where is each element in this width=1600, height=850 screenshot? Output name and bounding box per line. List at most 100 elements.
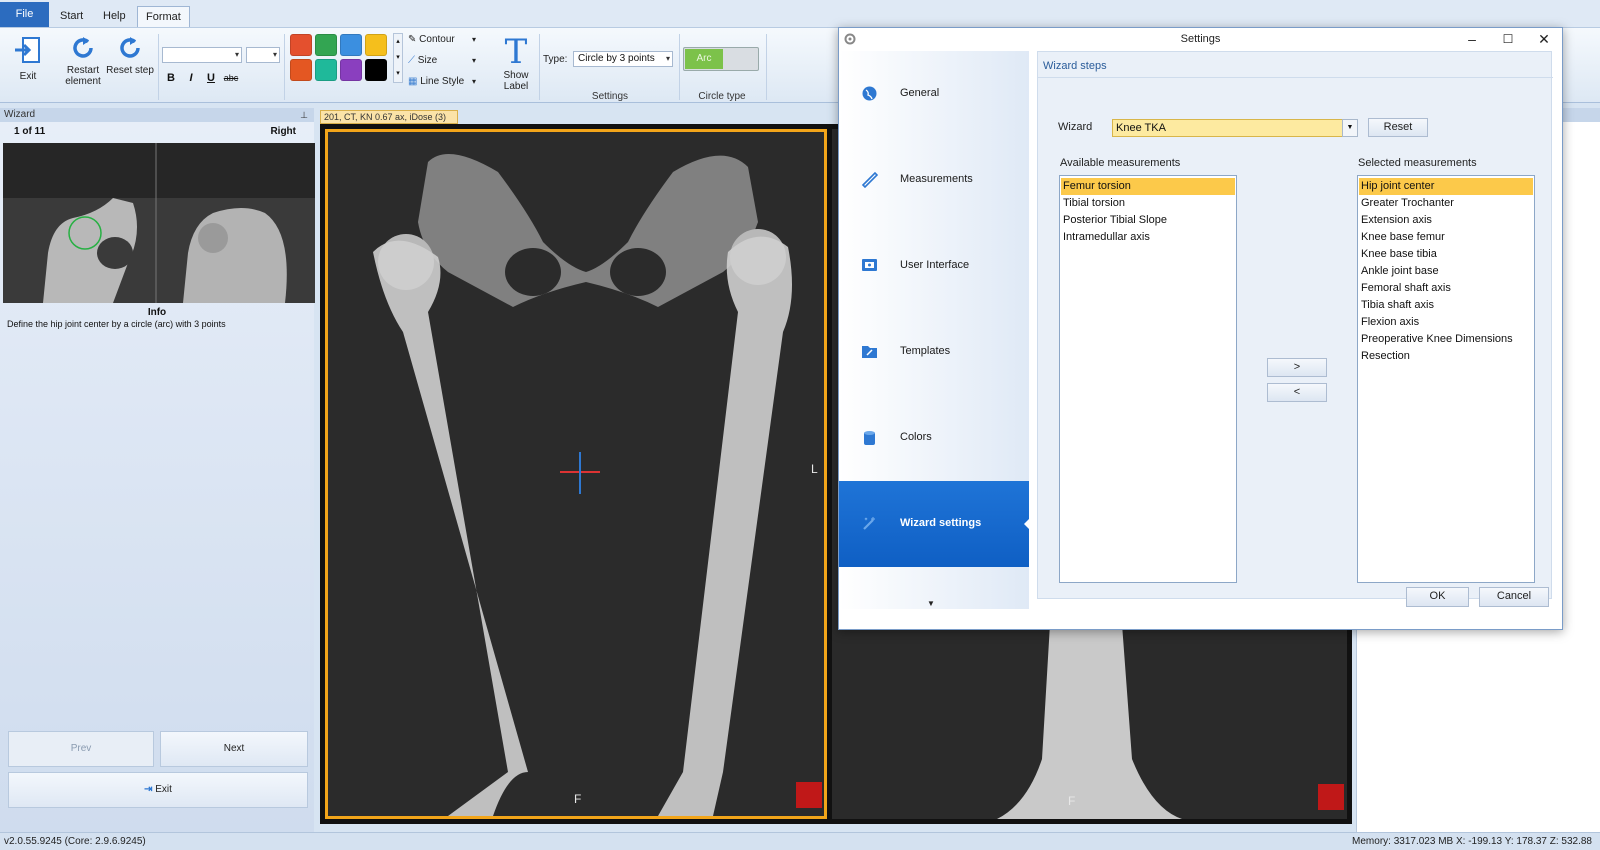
warning-icon (1318, 784, 1344, 810)
wizard-select[interactable]: Knee TKA ▼ (1112, 119, 1358, 137)
show-label-1: Show (503, 70, 529, 81)
nav-scroll-down-icon[interactable]: ▼ (927, 599, 935, 608)
size-icon: ⟋ (408, 55, 415, 66)
contour-dropdown[interactable]: ✎ Contour ▾ (408, 31, 476, 49)
line-style-icon: ▦ (408, 76, 418, 87)
nav-item-wizard-settings[interactable]: Wizard settings (839, 481, 1030, 567)
folder-icon (862, 346, 877, 358)
selected-measurement-item[interactable]: Tibia shaft axis (1359, 297, 1533, 314)
selected-measurement-item[interactable]: Extension axis (1359, 212, 1533, 229)
remove-measurement-button[interactable]: < (1267, 383, 1327, 402)
nav-label-general: General (900, 87, 940, 99)
available-measurement-item[interactable]: Intramedullar axis (1061, 229, 1235, 246)
circle-type-toggle[interactable]: Arc (683, 47, 759, 71)
chevron-down-icon: ▾ (472, 77, 477, 86)
viewport-left[interactable]: F (325, 129, 827, 819)
nav-item-templates[interactable]: Templates (839, 309, 1029, 395)
restart-element-button[interactable]: Restart element (62, 34, 104, 87)
exit-button[interactable]: Exit (8, 34, 48, 82)
chevron-down-icon: ▾ (472, 35, 477, 44)
info-text: Define the hip joint center by a circle … (7, 319, 226, 329)
wand-icon (863, 517, 875, 530)
reset-step-button[interactable]: Reset step (106, 34, 154, 76)
side-indicator: Right (270, 126, 296, 137)
underline-button[interactable]: U (203, 70, 219, 86)
nav-item-general[interactable]: General (839, 51, 1029, 137)
available-label: Available measurements (1060, 157, 1181, 169)
tab-help[interactable]: Help (95, 6, 134, 27)
nav-item-user-interface[interactable]: User Interface (839, 223, 1029, 309)
minimize-button[interactable]: – (1454, 28, 1490, 51)
add-measurement-button[interactable]: > (1267, 358, 1327, 377)
tab-start[interactable]: Start (52, 6, 91, 27)
arc-label: Arc (685, 49, 723, 69)
ok-button[interactable]: OK (1406, 587, 1469, 607)
selected-measurement-item[interactable]: Preoperative Knee Dimensions (1359, 331, 1533, 348)
reset-step-label: Reset step (106, 65, 154, 76)
available-measurements-list[interactable]: Femur torsion Tibial torsion Posterior Tib… (1059, 175, 1237, 583)
dialog-title: Settings (1180, 33, 1221, 45)
reset-button[interactable]: Reset (1368, 118, 1428, 137)
selected-measurement-item[interactable]: Resection (1359, 348, 1533, 365)
color-swatch-purple[interactable] (340, 59, 362, 81)
nav-item-measurements[interactable]: Measurements (839, 137, 1029, 223)
monitor-icon (862, 259, 877, 271)
prev-button[interactable]: Prev (8, 731, 154, 767)
size-dropdown[interactable]: ⟋ Size ▾ (408, 52, 476, 70)
wizard-exit-button[interactable]: ⇥ Exit (8, 772, 308, 808)
selected-measurement-item[interactable]: Femoral shaft axis (1359, 280, 1533, 297)
maximize-button[interactable]: ☐ (1490, 28, 1526, 51)
color-swatch-teal[interactable] (315, 59, 337, 81)
type-select[interactable]: Circle by 3 points ▾ (573, 51, 673, 67)
selected-measurement-item[interactable]: Knee base tibia (1359, 246, 1533, 263)
pin-icon[interactable]: ⊥ (300, 108, 308, 122)
tab-file[interactable]: File (0, 2, 49, 27)
cancel-button[interactable]: Cancel (1479, 587, 1549, 607)
gear-icon (844, 33, 856, 45)
next-button[interactable]: Next (160, 731, 308, 767)
circle-type-group-label: Circle type (698, 91, 746, 102)
color-swatch-red[interactable] (290, 34, 312, 56)
contour-label: Contour (419, 34, 455, 45)
close-button[interactable]: ✕ (1526, 28, 1562, 51)
dialog-titlebar: Settings – ☐ ✕ (839, 28, 1562, 51)
available-measurement-item[interactable]: Posterior Tibial Slope (1061, 212, 1235, 229)
exit-icon: ⇥ (144, 784, 153, 795)
show-label-2: Label (503, 81, 529, 92)
color-swatch-orange[interactable] (290, 59, 312, 81)
font-size-select[interactable]: ▾ (246, 47, 280, 63)
femur-xray-image (373, 154, 792, 816)
line-style-dropdown[interactable]: ▦ Line Style ▾ (408, 73, 476, 91)
selected-measurement-item[interactable]: Flexion axis (1359, 314, 1533, 331)
selected-measurements-list[interactable]: Hip joint center Greater Trochanter Extens… (1357, 175, 1535, 583)
viewer-series-tab[interactable]: 201, CT, KN 0.67 ax, iDose (3) (320, 110, 458, 124)
wizard-panel: 1 of 11 Right Info Define the hip joint … (0, 122, 315, 832)
color-swatch-green[interactable] (315, 34, 337, 56)
selected-measurement-item[interactable]: Greater Trochanter (1359, 195, 1533, 212)
swatch-scroll[interactable]: ▴ ▾ ▾ (393, 33, 403, 83)
color-swatch-blue[interactable] (340, 34, 362, 56)
status-bar: v2.0.55.9245 (Core: 2.9.6.9245) Memory: … (0, 832, 1600, 850)
selected-label: Selected measurements (1358, 157, 1477, 169)
tab-format[interactable]: Format (137, 6, 190, 27)
status-metrics: Memory: 3317.023 MB X: -199.13 Y: 178.37… (1352, 836, 1592, 847)
strikethrough-button[interactable]: abc (223, 70, 239, 86)
show-label-button[interactable]: T Show Label (498, 34, 534, 92)
selected-measurement-item[interactable]: Ankle joint base (1359, 263, 1533, 280)
ruler-icon (861, 171, 878, 188)
selected-measurement-item[interactable]: Knee base femur (1359, 229, 1533, 246)
nav-label-colors: Colors (900, 431, 932, 443)
nav-item-colors[interactable]: Colors (839, 395, 1029, 481)
color-swatch-yellow[interactable] (365, 34, 387, 56)
divider (1038, 77, 1553, 78)
chevron-down-icon[interactable]: ▼ (1342, 119, 1358, 137)
italic-button[interactable]: I (183, 70, 199, 86)
selected-measurement-item[interactable]: Hip joint center (1359, 178, 1533, 195)
bold-button[interactable]: B (163, 70, 179, 86)
settings-group-label: Settings (591, 91, 629, 102)
available-measurement-item[interactable]: Tibial torsion (1061, 195, 1235, 212)
color-swatch-black[interactable] (365, 59, 387, 81)
exit-icon (15, 37, 40, 63)
font-family-select[interactable]: ▾ (162, 47, 242, 63)
available-measurement-item[interactable]: Femur torsion (1061, 178, 1235, 195)
